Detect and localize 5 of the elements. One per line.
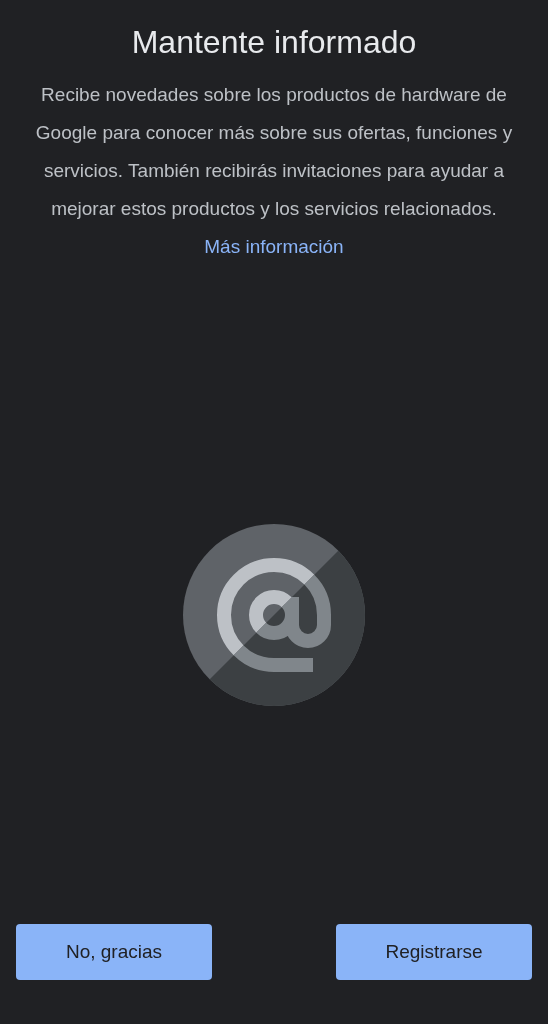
description-text: Recibe novedades sobre los productos de hardware de Google para conocer más sobre sus ofertas, funciones y servicios. También recibirás invitaciones para ayudar a mejorar estos productos y los servicios relacionados. Más información (34, 83, 514, 259)
more-info-link[interactable]: Más información (204, 236, 344, 257)
decline-button[interactable]: No, gracias (16, 924, 212, 980)
register-button[interactable]: Registrarse (336, 924, 532, 980)
screen-title: Mantente informado (131, 23, 417, 62)
